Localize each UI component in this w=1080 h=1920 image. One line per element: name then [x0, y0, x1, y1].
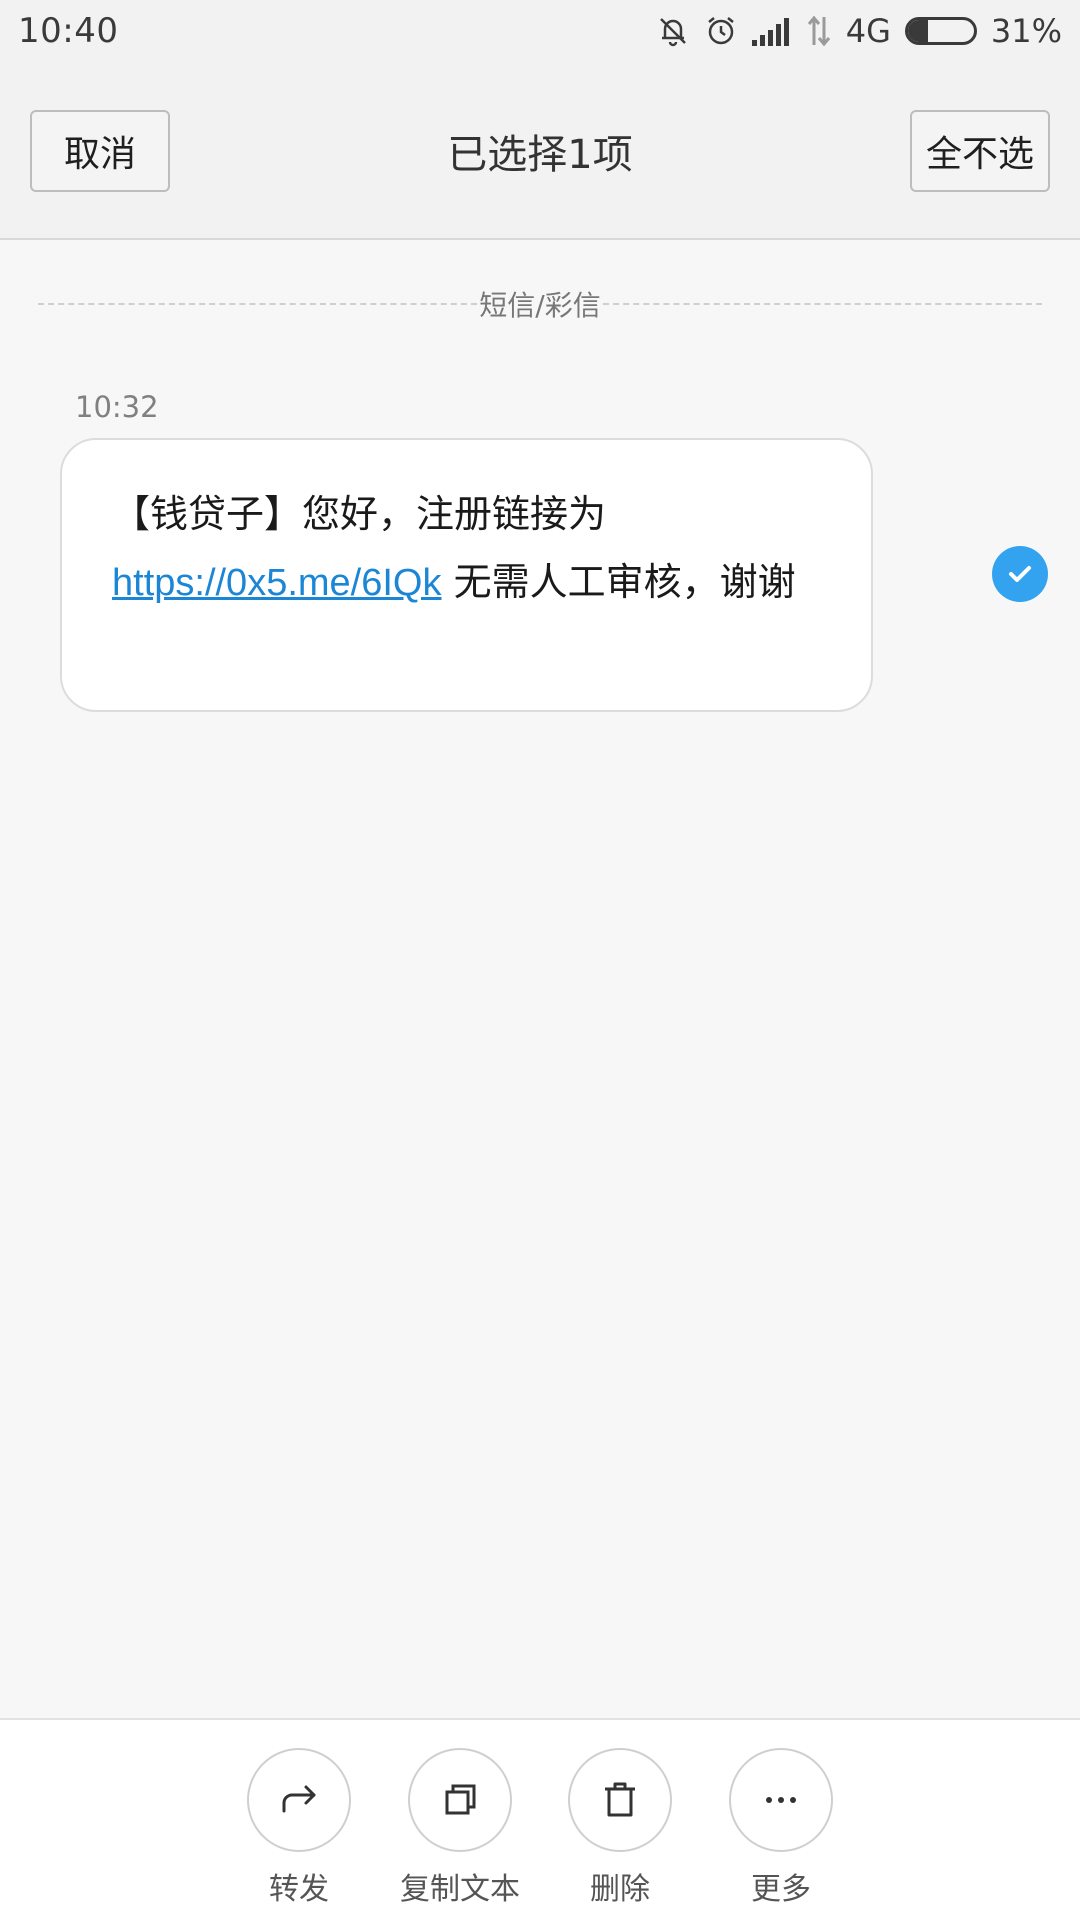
- message-bubble[interactable]: 【钱贷子】您好，注册链接为 https://0x5.me/6IQk 无需人工审核…: [60, 438, 873, 712]
- bell-off-icon: [656, 14, 690, 48]
- action-label: 删除: [590, 1872, 650, 1907]
- copy-icon: [408, 1748, 512, 1852]
- message-time: 10:32: [75, 390, 159, 424]
- action-label: 复制文本: [400, 1872, 520, 1907]
- action-bar: 转发 复制文本 删除 更多: [0, 1718, 1080, 1920]
- network-type: 4G: [845, 12, 891, 50]
- trash-icon: [568, 1748, 672, 1852]
- data-arrows-icon: [806, 15, 832, 47]
- delete-button[interactable]: 删除: [545, 1748, 695, 1908]
- message-text-suffix: 无需人工审核，谢谢: [441, 560, 796, 604]
- section-label: 短信/彩信: [479, 289, 601, 322]
- section-divider: 短信/彩信: [38, 282, 1042, 326]
- divider-line-right: [602, 303, 1042, 305]
- battery-level: [907, 20, 929, 42]
- message-link[interactable]: https://0x5.me/6IQk: [112, 562, 441, 604]
- action-label: 更多: [751, 1872, 811, 1907]
- action-label: 转发: [269, 1872, 329, 1907]
- divider-line-left: [38, 303, 478, 305]
- more-button[interactable]: 更多: [706, 1748, 856, 1908]
- battery-icon: [904, 17, 977, 45]
- status-icons: 4G 31%: [656, 12, 1062, 50]
- alarm-icon: [704, 14, 738, 48]
- battery-percent: 31%: [990, 12, 1062, 50]
- selected-check-icon[interactable]: [992, 546, 1048, 602]
- copy-text-button[interactable]: 复制文本: [385, 1748, 535, 1908]
- signal-icon: [751, 16, 792, 46]
- more-icon: [729, 1748, 833, 1852]
- status-bar: 10:40 4G 31%: [0, 0, 1080, 62]
- message-text-prefix: 【钱贷子】您好，注册链接为: [112, 492, 607, 536]
- deselect-all-button[interactable]: 全不选: [910, 110, 1050, 192]
- forward-icon: [247, 1748, 351, 1852]
- status-time: 10:40: [18, 11, 119, 51]
- forward-button[interactable]: 转发: [224, 1748, 374, 1908]
- selection-header: 取消 已选择1项 全不选: [0, 62, 1080, 240]
